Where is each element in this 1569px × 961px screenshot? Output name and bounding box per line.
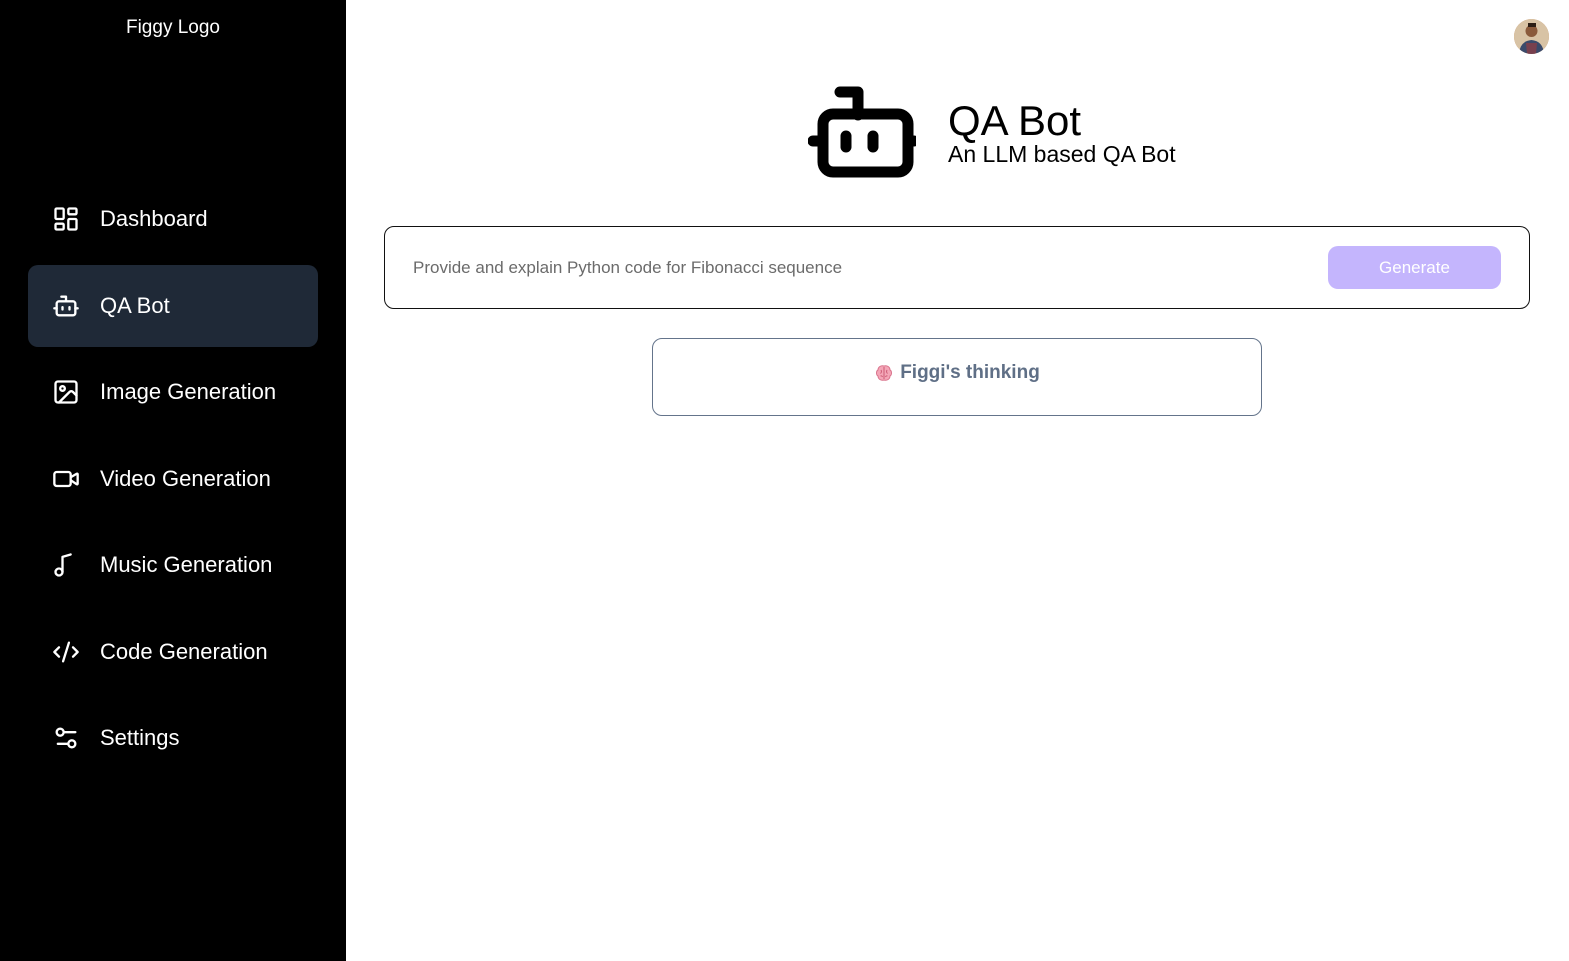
sidebar-item-label: QA Bot <box>100 292 170 318</box>
thinking-status: Figgi's thinking <box>874 362 1040 384</box>
sidebar-nav: Dashboard QA Bot Image Generation Video … <box>28 178 318 784</box>
sidebar-item-music-generation[interactable]: Music Generation <box>28 524 318 606</box>
app-root: Figgy Logo Dashboard QA Bot Image Genera… <box>0 0 1569 961</box>
sidebar-item-label: Video Generation <box>100 465 271 491</box>
code-icon <box>52 638 80 666</box>
sidebar-item-dashboard[interactable]: Dashboard <box>28 178 318 260</box>
prompt-input[interactable] <box>413 249 1313 287</box>
page-subtitle: An LLM based QA Bot <box>948 140 1176 167</box>
user-avatar[interactable] <box>1514 19 1549 54</box>
bot-icon <box>52 292 80 320</box>
generate-button[interactable]: Generate <box>1328 246 1501 289</box>
sidebar-item-label: Music Generation <box>100 552 273 577</box>
video-icon <box>52 465 80 493</box>
page-header: QA Bot An LLM based QA Bot <box>807 84 1176 179</box>
thinking-panel: Figgi's thinking <box>652 338 1262 416</box>
prompt-form: Generate <box>384 226 1530 309</box>
thinking-text: Figgi's thinking <box>900 361 1040 383</box>
music-icon <box>52 551 80 579</box>
sidebar-item-video-generation[interactable]: Video Generation <box>28 438 318 520</box>
sidebar-item-label: Code Generation <box>100 638 268 664</box>
sidebar-item-qa-bot[interactable]: QA Bot <box>28 264 318 347</box>
dashboard-icon <box>52 205 80 233</box>
image-icon <box>52 378 80 406</box>
sidebar: Figgy Logo Dashboard QA Bot Image Genera… <box>0 0 346 961</box>
sidebar-item-settings[interactable]: Settings <box>28 697 318 779</box>
bot-icon <box>807 84 920 179</box>
page-title: QA Bot <box>948 96 1082 144</box>
sidebar-item-label: Settings <box>100 725 180 750</box>
sidebar-item-image-generation[interactable]: Image Generation <box>28 351 318 433</box>
sidebar-item-code-generation[interactable]: Code Generation <box>28 611 318 693</box>
header-text: QA Bot An LLM based QA Bot <box>948 96 1176 168</box>
brain-icon <box>874 363 894 383</box>
sidebar-item-label: Image Generation <box>100 379 277 404</box>
logo[interactable]: Figgy Logo <box>0 17 346 39</box>
settings-icon <box>52 724 80 752</box>
sidebar-item-label: Dashboard <box>100 206 208 231</box>
